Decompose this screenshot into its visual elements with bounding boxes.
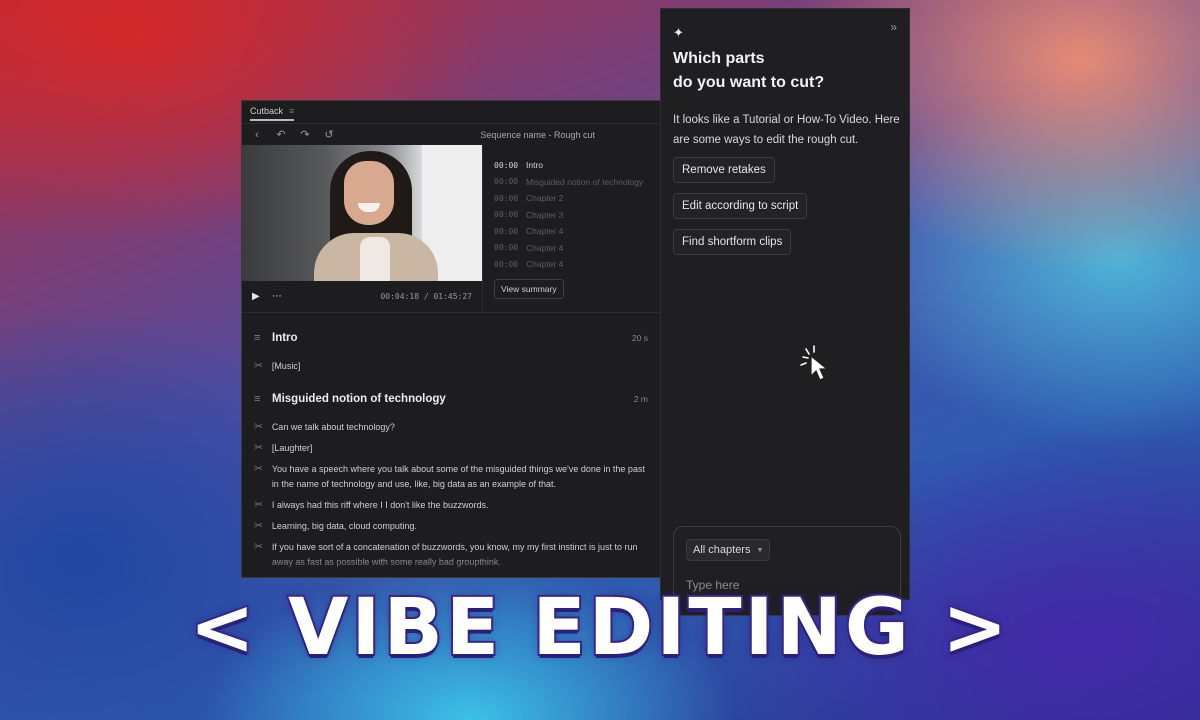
- editor-window: Cutback ≡ ‹ ↶ ↷ ↺ Sequence name - Rough …: [241, 100, 661, 578]
- ai-assistant-panel: ✦ » Which parts do you want to cut? It l…: [660, 8, 910, 616]
- chapter-item[interactable]: 00:00 Intro: [494, 157, 660, 174]
- transcript-line[interactable]: ✂ [Laughter]: [254, 441, 648, 456]
- chapter-name: Chapter 4: [526, 259, 564, 270]
- caret-down-icon: ▼: [756, 546, 764, 554]
- player-controls: ▶ ⋯ 00:04:18 / 01:45:27: [242, 281, 482, 311]
- chapter-time: 00:00: [494, 259, 519, 269]
- chapter-item[interactable]: 00:00 Chapter 4: [494, 256, 660, 273]
- drag-handle-icon[interactable]: ≡: [254, 332, 272, 344]
- transcript-text: Can we talk about technology?: [271, 422, 395, 432]
- transcript-line[interactable]: ✂ Can we talk about technology?: [254, 420, 648, 435]
- collapse-panel-icon[interactable]: »: [890, 20, 897, 34]
- chapter-name: Chapter 4: [526, 242, 564, 253]
- section-title: Misguided notion of technology: [272, 393, 446, 405]
- view-summary-button[interactable]: View summary: [494, 278, 564, 299]
- transcript-text: You have a speech where you talk about s…: [271, 464, 645, 489]
- chapter-name: Misguided notion of technology: [526, 176, 644, 187]
- scissors-icon[interactable]: ✂: [254, 519, 272, 533]
- chapter-item[interactable]: 00:00 Chapter 2: [494, 190, 660, 207]
- video-frame[interactable]: [242, 145, 482, 281]
- headline-title: < VIBE EDITING >: [188, 581, 1011, 675]
- transcript: ≡ Intro 20 s ✂ [Music] ≡ Misguided notio…: [242, 313, 660, 570]
- video-player: ▶ ⋯ 00:04:18 / 01:45:27: [242, 145, 482, 312]
- transcript-line[interactable]: ✂ You have a speech where you talk about…: [254, 462, 648, 492]
- chapter-time: 00:00: [494, 226, 519, 236]
- chapter-filter-value: All chapters: [693, 544, 751, 556]
- chapter-time: 00:00: [494, 243, 519, 253]
- transcript-line[interactable]: ✂ [Music]: [254, 359, 648, 374]
- timecode: 00:04:18 / 01:45:27: [380, 291, 472, 301]
- panel-title-line: do you want to cut?: [673, 74, 825, 91]
- chapter-name: Intro: [526, 160, 544, 171]
- suggestion-remove-retakes-button[interactable]: Remove retakes: [673, 157, 775, 183]
- panel-title-line: Which parts: [673, 50, 765, 67]
- chapter-time: 00:00: [494, 160, 519, 170]
- chapter-time: 00:00: [494, 210, 519, 220]
- section-title: Intro: [272, 332, 298, 344]
- transcript-text: [Laughter]: [271, 443, 313, 453]
- chapter-name: Chapter 4: [526, 226, 564, 237]
- transcript-line[interactable]: ✂ Learning, big data, cloud computing.: [254, 519, 648, 534]
- transcript-section-header[interactable]: ≡ Misguided notion of technology 2 m: [254, 384, 648, 414]
- transcript-fade: [242, 551, 660, 577]
- history-icon[interactable]: ↺: [324, 128, 334, 141]
- scissors-icon[interactable]: ✂: [254, 441, 272, 455]
- panel-title: Which parts do you want to cut?: [673, 47, 893, 95]
- media-row: ▶ ⋯ 00:04:18 / 01:45:27 00:00 Intro 00:0…: [242, 145, 660, 313]
- chapter-name: Chapter 2: [526, 193, 564, 204]
- sequence-name: Sequence name - Rough cut: [480, 129, 595, 140]
- transcript-section-header[interactable]: ≡ Intro 20 s: [254, 323, 648, 353]
- back-icon[interactable]: ‹: [252, 129, 262, 141]
- hamburger-icon[interactable]: ≡: [289, 106, 294, 116]
- tab-cutback[interactable]: Cutback ≡: [250, 103, 295, 121]
- chapter-item[interactable]: 00:00 Misguided notion of technology: [494, 174, 660, 191]
- mouse-cursor-icon: [800, 345, 829, 381]
- scissors-icon[interactable]: ✂: [254, 462, 272, 476]
- more-options-icon[interactable]: ⋯: [272, 291, 283, 302]
- section-duration: 20 s: [631, 333, 648, 343]
- section-duration: 2 m: [633, 394, 648, 404]
- chapter-item[interactable]: 00:00 Chapter 4: [494, 223, 660, 240]
- sparkle-icon: ✦: [673, 25, 684, 40]
- chapter-name: Chapter 3: [526, 209, 564, 220]
- redo-icon[interactable]: ↷: [300, 128, 310, 141]
- suggestion-edit-by-script-button[interactable]: Edit according to script: [673, 193, 808, 219]
- transcript-text: [Music]: [271, 361, 301, 371]
- chapter-filter-dropdown[interactable]: All chapters ▼: [686, 539, 771, 561]
- undo-icon[interactable]: ↶: [276, 128, 286, 141]
- chapter-list: 00:00 Intro 00:00 Misguided notion of te…: [482, 145, 660, 312]
- transcript-text: I always had this riff where I I don't l…: [271, 500, 489, 510]
- tab-label: Cutback: [250, 106, 284, 116]
- video-person-shirt: [360, 237, 390, 281]
- video-person-face: [344, 161, 394, 225]
- suggestion-shortform-clips-button[interactable]: Find shortform clips: [673, 229, 792, 255]
- drag-handle-icon[interactable]: ≡: [254, 393, 272, 405]
- play-icon[interactable]: ▶: [252, 291, 260, 302]
- tab-bar: Cutback ≡: [242, 101, 660, 123]
- scissors-icon[interactable]: ✂: [254, 420, 272, 434]
- scissors-icon[interactable]: ✂: [254, 498, 272, 512]
- chapter-item[interactable]: 00:00 Chapter 3: [494, 207, 660, 224]
- editor-toolbar: ‹ ↶ ↷ ↺ Sequence name - Rough cut: [242, 123, 660, 145]
- transcript-line[interactable]: ✂ I always had this riff where I I don't…: [254, 498, 648, 513]
- assistant-message: It looks like a Tutorial or How-To Video…: [673, 114, 900, 146]
- transcript-text: Learning, big data, cloud computing.: [271, 521, 417, 531]
- chapter-time: 00:00: [494, 193, 519, 203]
- scissors-icon[interactable]: ✂: [254, 359, 272, 373]
- chapter-time: 00:00: [494, 177, 519, 187]
- chapter-item[interactable]: 00:00 Chapter 4: [494, 240, 660, 257]
